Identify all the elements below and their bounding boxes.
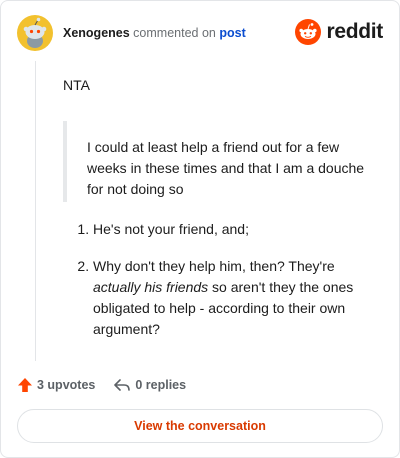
numbered-list: He's not your friend, and; Why don't the…	[63, 219, 381, 340]
comment-embed-card: Xenogenes commented on post reddit NTA I…	[0, 0, 400, 458]
comment-footer: 3 upvotes 0 replies	[17, 373, 383, 397]
user-avatar[interactable]	[17, 15, 53, 51]
reddit-wordmark: reddit	[326, 20, 383, 43]
list-item: He's not your friend, and;	[93, 219, 381, 240]
upvote-count: 3 upvotes	[37, 378, 96, 392]
list-item: Why don't they help him, then? They're a…	[93, 256, 381, 340]
thread-line	[35, 61, 36, 361]
comment-body: NTA I could at least help a friend out f…	[63, 75, 381, 356]
list-item-text: He's not your friend, and;	[93, 221, 249, 237]
upvote-arrow-icon	[18, 378, 32, 392]
upvote-action[interactable]: 3 upvotes	[17, 377, 95, 393]
reply-action[interactable]: 0 replies	[113, 377, 186, 393]
verdict-text: NTA	[63, 77, 90, 93]
reddit-logo-icon	[295, 19, 322, 45]
action-text: commented on	[133, 26, 216, 40]
author-name[interactable]: Xenogenes	[63, 26, 130, 40]
list-item-text: Why don't they help him, then? They're	[93, 258, 335, 274]
snoo-avatar-icon	[17, 15, 53, 51]
reddit-brand[interactable]: reddit	[295, 18, 383, 46]
reply-count: 0 replies	[135, 378, 187, 392]
comment-meta: Xenogenes commented on post	[63, 26, 246, 40]
comment-header: Xenogenes commented on post reddit	[17, 15, 383, 51]
emphasis-text: actually his friends	[93, 279, 209, 295]
reply-arrow-icon	[114, 379, 131, 391]
post-link[interactable]: post	[219, 26, 245, 40]
blockquote: I could at least help a friend out for a…	[63, 121, 381, 202]
quote-text: I could at least help a friend out for a…	[87, 139, 365, 197]
view-conversation-button[interactable]: View the conversation	[17, 409, 383, 443]
